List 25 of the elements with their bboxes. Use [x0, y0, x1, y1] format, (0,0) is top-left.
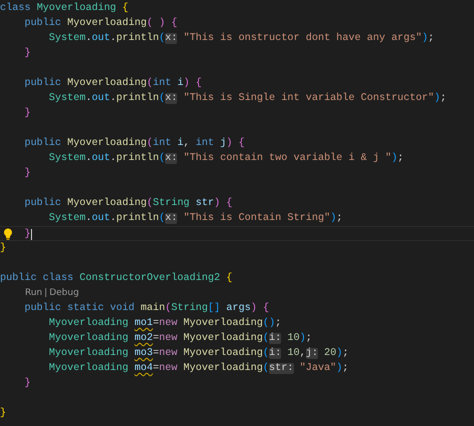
code-line: }	[23, 166, 31, 181]
code-line: System.out.println(x: "This is Single int variable Constructor");	[48, 92, 446, 106]
code-line: }	[0, 406, 6, 421]
code-line: Myoverloading mo4=new Myoverloading(str: "Java");	[48, 362, 349, 376]
code-line: System.out.println(x: "This contain two variable i & j ");	[48, 152, 404, 166]
code-line: public Myoverloading(int i) {	[23, 76, 202, 91]
code-line: public Myoverloading( ) {	[23, 16, 178, 31]
code-line: Myoverloading mo1=new Myoverloading();	[48, 316, 282, 331]
code-line: class Myoverloading {	[0, 2, 128, 16]
code-line: }	[23, 106, 31, 121]
code-line: System.out.println(x: "This is onstructor dont have any args");	[48, 32, 434, 46]
codelens-link[interactable]: Debug	[49, 288, 79, 299]
code-line: }	[23, 46, 31, 61]
separator-text: |	[44, 288, 48, 299]
code-line: public Myoverloading(int i, int j) {	[23, 136, 245, 151]
code-line: Myoverloading mo2=new Myoverloading(i: 10);	[48, 332, 312, 346]
code-line: }	[0, 242, 6, 256]
code-line: System.out.println(x: "This is Contain String");	[48, 212, 342, 226]
code-line: public Myoverloading(String str) {	[23, 196, 232, 211]
lightbulb-icon[interactable]	[3, 228, 13, 240]
code-line: }	[23, 376, 31, 391]
code-line: Myoverloading mo3=new Myoverloading(i: 10,j: 20);	[48, 346, 349, 361]
codelens-link[interactable]: Run	[25, 288, 42, 299]
code-line: public static void main(String[] args) {	[23, 302, 270, 316]
code-line: public class ConstructorOverloading2 {	[0, 272, 232, 286]
